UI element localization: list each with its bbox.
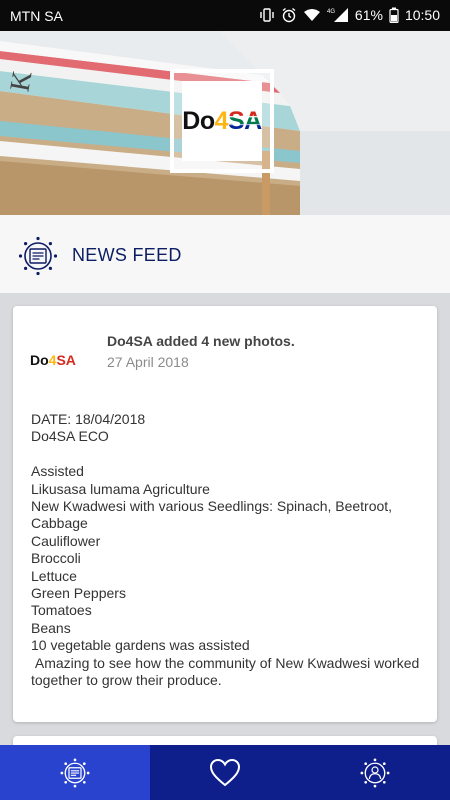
news-feed-icon <box>60 758 90 787</box>
battery-percent: 61% <box>354 7 383 23</box>
logo-text-sa: SA <box>228 106 262 135</box>
wifi-icon <box>303 9 320 21</box>
post-author-line: Do4SA added 4 new photos. <box>107 333 295 349</box>
clock: 10:50 <box>404 7 440 23</box>
logo-text-do: Do <box>30 352 49 368</box>
vibrate-icon <box>260 8 274 22</box>
hero-banner: K Do4SA <box>0 31 450 215</box>
news-feed-icon <box>18 236 58 276</box>
battery-icon <box>389 7 399 23</box>
carrier-name: MTN SA <box>10 8 63 24</box>
do4sa-logo: Do4SA <box>182 81 262 161</box>
tab-favorites[interactable] <box>150 745 300 800</box>
heart-icon <box>209 758 241 786</box>
profile-icon <box>360 758 390 787</box>
signal-4g-icon: 4G <box>327 8 348 22</box>
bottom-navigation <box>0 745 450 800</box>
tab-news-feed[interactable] <box>0 745 150 800</box>
news-feed-header <box>0 215 450 293</box>
section-title: NEWS FEED <box>72 245 182 265</box>
post-date: 27 April 2018 <box>107 354 189 370</box>
alarm-icon <box>282 7 296 23</box>
logo-frame: Do4SA <box>170 69 274 173</box>
status-icons: 4G 61% 10:50 <box>259 7 440 23</box>
post-body: DATE: 18/04/2018 Do4SA ECO Assisted Liku… <box>31 411 420 689</box>
logo-text-4: 4 <box>214 106 229 135</box>
logo-text-do: Do <box>182 106 215 135</box>
post-author-logo: Do4SA <box>30 352 76 368</box>
status-bar: MTN SA 4G 61% 10:50 <box>0 0 450 31</box>
logo-text-sa: SA <box>56 352 76 368</box>
tab-profile[interactable] <box>300 745 450 800</box>
svg-text:4G: 4G <box>327 9 335 15</box>
